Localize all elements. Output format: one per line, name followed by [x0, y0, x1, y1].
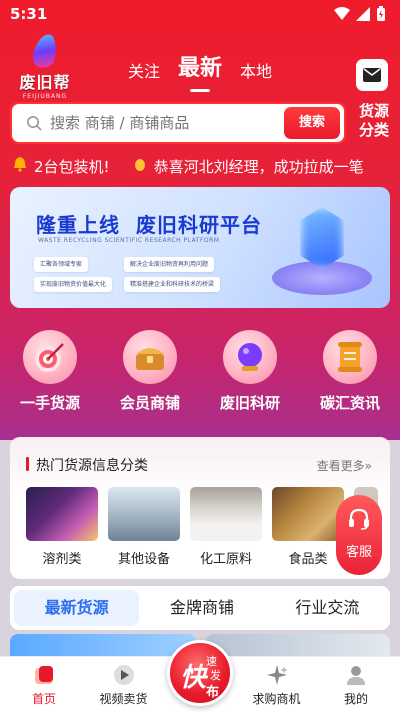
user-icon [318, 663, 394, 687]
battery-icon [377, 6, 385, 21]
message-button[interactable] [356, 59, 388, 91]
category-label: 其他设备 [117, 552, 170, 567]
section-accent-bar [26, 457, 29, 471]
category-link-line1: 货源 [358, 102, 389, 120]
quick-entry-label: 废旧科研 [219, 394, 280, 412]
search-row: 搜索 货源 分类 [10, 102, 390, 144]
banner-pill: 精准搭建企业和科研技术的桥梁 [124, 277, 221, 292]
quick-entry-label: 一手货源 [19, 394, 80, 412]
scroll-icon [323, 330, 377, 384]
search-box: 搜索 [10, 102, 346, 144]
banner-pill: 汇聚各领域专家 [34, 257, 89, 272]
quick-entry-member-shops[interactable]: 会员商铺 [105, 330, 195, 420]
nav-buy-requests[interactable]: 求购商机 [239, 657, 315, 712]
quick-entry-carbon-news[interactable]: 碳汇资讯 [305, 330, 395, 420]
category-image [26, 487, 98, 541]
category-label: 食品类 [288, 552, 328, 567]
top-tabs: 关注 最新 本地 [128, 50, 272, 92]
tab-follow[interactable]: 关注 [128, 58, 160, 82]
envelope-icon [363, 68, 381, 82]
category-label: 化工原料 [199, 552, 252, 567]
app-logo: 废旧帮 FEIJIUBANG [12, 32, 78, 100]
feed-tabs: 最新货源 金牌商铺 行业交流 [10, 586, 390, 630]
category-image [190, 487, 262, 541]
feather-logo-icon [31, 32, 59, 70]
data-cube-illustration [272, 201, 372, 301]
signal-icon [356, 7, 370, 21]
quick-entry-research[interactable]: 废旧科研 [205, 330, 295, 420]
category-food[interactable]: 食品类 [272, 487, 344, 567]
nav-label: 求购商机 [252, 692, 301, 706]
quick-entry-row: 一手货源 会员商铺 废旧科研 碳汇资讯 [0, 330, 400, 420]
nav-label: 首页 [31, 692, 56, 706]
bell-icon [12, 156, 28, 176]
banner-title-a: 隆重上线 [36, 213, 120, 237]
category-chemical-materials[interactable]: 化工原料 [190, 487, 262, 567]
status-time: 5:31 [10, 5, 48, 23]
target-icon [23, 330, 77, 384]
treasure-chest-icon [123, 330, 177, 384]
customer-service-button[interactable]: 客服 [336, 495, 382, 575]
sparkle-icon [239, 663, 315, 687]
nav-home[interactable]: 首页 [6, 657, 82, 712]
hot-categories-card: 热门货源信息分类 查看更多» 溶剂类 其他设备 化工原料 食品类 [10, 437, 390, 579]
banner-pill: 解决企业废旧物资再利用问题 [124, 257, 215, 272]
nav-label: 视频卖货 [99, 692, 148, 706]
status-bar: 5:31 [0, 0, 400, 28]
quick-entry-label: 会员商铺 [119, 394, 180, 412]
banner-title: 隆重上线 废旧科研平台 [36, 209, 262, 238]
category-image [272, 487, 344, 541]
hot-categories-title: 热门货源信息分类 [36, 458, 148, 474]
crystal-ball-icon [223, 330, 277, 384]
view-more-link[interactable]: 查看更多» [317, 457, 372, 474]
category-label: 溶剂类 [42, 552, 82, 567]
tab-local[interactable]: 本地 [240, 58, 272, 82]
quick-entry-label: 碳汇资讯 [319, 394, 380, 412]
clap-icon [132, 156, 148, 176]
home-icon [6, 663, 82, 687]
search-button[interactable]: 搜索 [284, 107, 340, 139]
wifi-icon [334, 7, 350, 20]
tab-latest-sources[interactable]: 最新货源 [14, 590, 140, 626]
ticker-item-2: 恭喜河北刘经理，成功拉成一笔 [153, 157, 364, 176]
tab-latest[interactable]: 最新 [178, 50, 222, 92]
search-input[interactable] [50, 112, 280, 134]
nav-label: 我的 [343, 692, 368, 706]
category-solvents[interactable]: 溶剂类 [26, 487, 98, 567]
banner-pill: 实现废旧物资价值最大化 [34, 277, 113, 292]
tab-industry-talk[interactable]: 行业交流 [265, 590, 390, 626]
announcement-ticker[interactable]: 2台包装机! 恭喜河北刘经理，成功拉成一笔 [12, 156, 400, 176]
category-image [108, 487, 180, 541]
promo-banner[interactable]: 隆重上线 废旧科研平台 WASTE RECYCLING SCIENTIFIC R… [10, 187, 390, 308]
ticker-item-1: 2台包装机! [34, 157, 110, 176]
quick-entry-first-hand[interactable]: 一手货源 [5, 330, 95, 420]
fab-text-main: 快 [180, 663, 207, 693]
nav-mine[interactable]: 我的 [318, 657, 394, 712]
banner-title-b: 废旧科研平台 [135, 213, 262, 237]
play-icon [86, 663, 162, 687]
tab-gold-shops[interactable]: 金牌商铺 [139, 590, 264, 626]
app-header: 废旧帮 FEIJIUBANG 关注 最新 本地 [0, 32, 400, 100]
category-link-line2: 分类 [358, 121, 389, 139]
quick-publish-button[interactable]: 快 速 发 布 [167, 640, 233, 706]
brand-subname: FEIJIUBANG [22, 93, 68, 100]
banner-subtitle: WASTE RECYCLING SCIENTIFIC RESEARCH PLAT… [38, 237, 220, 244]
search-icon [27, 116, 42, 131]
source-category-link[interactable]: 货源 分类 [354, 102, 394, 140]
customer-service-label: 客服 [345, 545, 372, 560]
hot-categories-list: 溶剂类 其他设备 化工原料 食品类 [26, 487, 378, 567]
category-other-equipment[interactable]: 其他设备 [108, 487, 180, 567]
fab-text-3: 布 [206, 685, 220, 700]
headset-icon [336, 507, 382, 535]
brand-name: 废旧帮 [19, 73, 71, 92]
nav-video-sales[interactable]: 视频卖货 [86, 657, 162, 712]
